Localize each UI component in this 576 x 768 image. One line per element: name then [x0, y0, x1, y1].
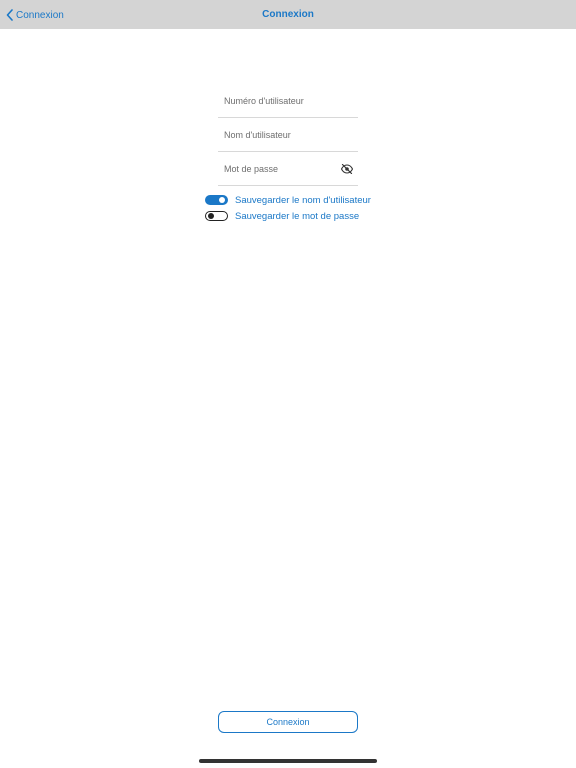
- save-password-label[interactable]: Sauvegarder le mot de passe: [235, 211, 359, 222]
- save-password-toggle[interactable]: [205, 211, 228, 221]
- toggle-knob: [219, 197, 225, 203]
- password-input[interactable]: [218, 152, 358, 185]
- toggle-knob: [208, 213, 214, 219]
- home-indicator: [199, 759, 377, 763]
- page-title: Connexion: [262, 9, 314, 20]
- user-number-field-container: [218, 84, 358, 118]
- save-username-row: Sauvegarder le nom d'utilisateur: [205, 194, 371, 206]
- login-button[interactable]: Connexion: [218, 711, 358, 733]
- password-field-container: [218, 152, 358, 186]
- login-form: [218, 84, 358, 186]
- save-password-row: Sauvegarder le mot de passe: [205, 210, 359, 222]
- save-username-toggle[interactable]: [205, 195, 228, 205]
- username-input[interactable]: [218, 118, 358, 151]
- navigation-bar: Connexion Connexion: [0, 0, 576, 29]
- eye-off-icon[interactable]: [341, 164, 353, 174]
- save-username-label[interactable]: Sauvegarder le nom d'utilisateur: [235, 195, 371, 206]
- username-field-container: [218, 118, 358, 152]
- user-number-input[interactable]: [218, 84, 358, 117]
